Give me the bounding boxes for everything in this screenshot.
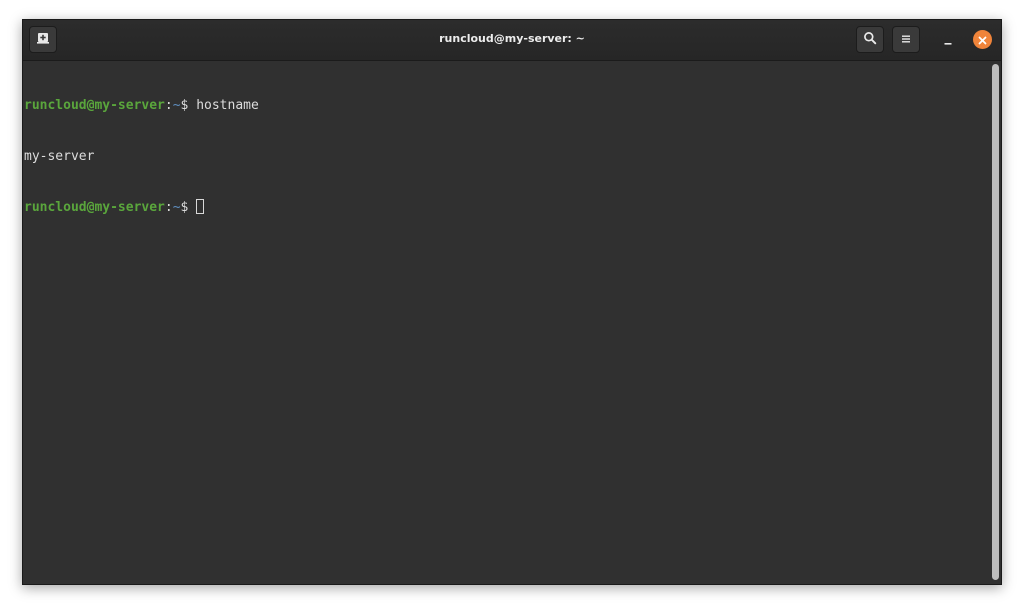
prompt-path: ~ [172,200,181,215]
text-cursor [196,199,205,214]
terminal-line: runcloud@my-server:~$ hostname [24,97,987,114]
hamburger-menu-icon [900,30,912,49]
titlebar[interactable]: runcloud@my-server: ~ [23,20,1001,61]
menu-button[interactable] [892,26,920,53]
search-button[interactable] [856,26,884,53]
minimize-icon [943,31,953,50]
prompt-symbol: $ [180,200,197,215]
close-icon [978,30,987,49]
vertical-scrollbar[interactable] [992,64,999,580]
minimize-button[interactable] [937,29,959,51]
prompt-user-host: runcloud@my-server [24,200,165,215]
terminal-line: runcloud@my-server:~$ [24,199,987,216]
prompt-separator: : [164,200,173,215]
command-output: my-server [24,149,95,164]
terminal-output[interactable]: runcloud@my-server:~$ hostname my-server… [23,61,987,584]
terminal-line: my-server [24,148,987,165]
window-title: runcloud@my-server: ~ [439,32,585,45]
close-button[interactable] [973,30,992,49]
prompt-user-host: runcloud@my-server [24,98,165,113]
command-text: hostname [196,98,259,113]
prompt-symbol: $ [180,98,197,113]
prompt-path: ~ [172,98,181,113]
prompt-separator: : [164,98,173,113]
terminal-window: runcloud@my-server: ~ runcloud@my-server… [22,19,1002,585]
search-icon [863,30,877,49]
